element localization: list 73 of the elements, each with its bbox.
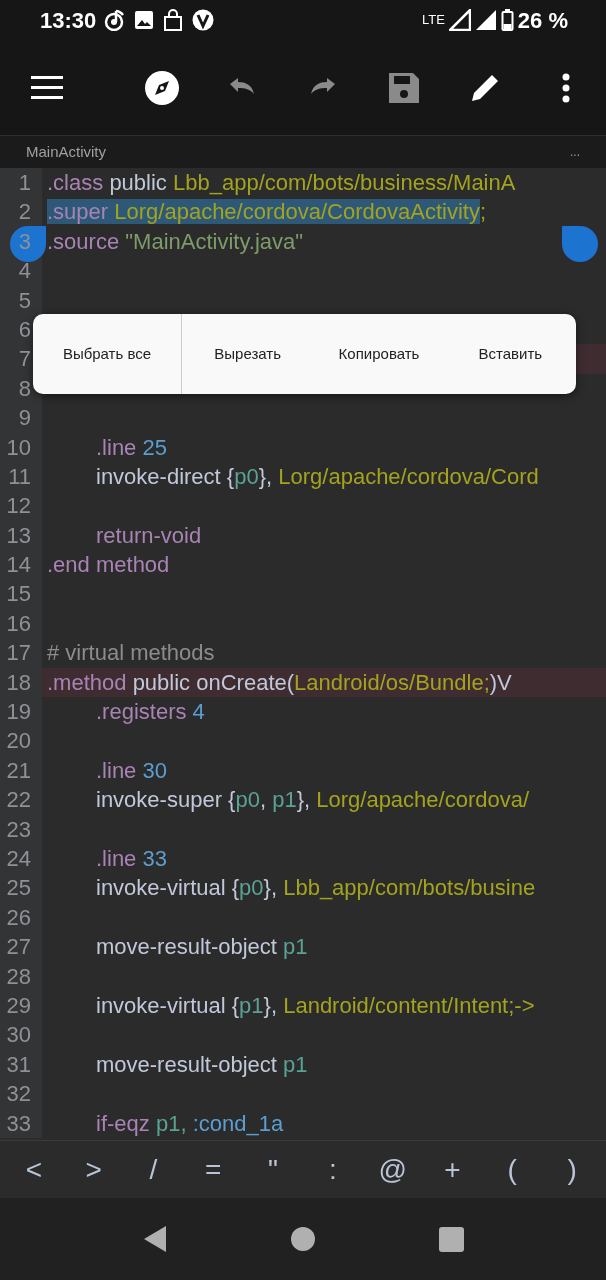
line-number: 5 [0,285,42,315]
code-line: .end method [47,551,170,580]
menu-item[interactable]: Вырезать [182,314,314,394]
line-number: 27 [0,932,42,962]
symbol-key[interactable]: " [243,1148,303,1191]
line-number: 2 [0,197,42,227]
line-number: 19 [0,697,42,727]
line-number: 31 [0,1049,42,1080]
code-line: invoke-virtual {p1}, Landroid/content/Intent;-> [95,991,535,1020]
line-number: 13 [0,520,42,551]
code-line: .line 25 [95,433,167,462]
music-note-icon [104,9,127,31]
code-line: move-result-object p1 [95,933,308,962]
symbol-key[interactable]: ( [482,1148,543,1191]
code-line: .line 30 [95,756,167,785]
code-line: if-eqz p1, :cond_1a [95,1109,284,1138]
line-number: 18 [0,667,42,698]
tab-overflow-button[interactable]: ... [570,143,580,161]
code-line: invoke-virtual {p0}, Lbb_app/com/bots/busine [95,874,536,903]
symbol-key[interactable]: < [4,1148,64,1191]
code-line: return-void [95,521,202,550]
symbol-key[interactable]: > [63,1148,124,1191]
code-line: .line 33 [95,845,167,873]
line-number: 30 [0,1020,42,1050]
line-number: 1 [0,168,42,198]
line-number: 10 [0,432,42,462]
menu-item[interactable]: Вставить [444,314,576,394]
line-number: 11 [0,461,42,492]
line-number: 26 [0,902,42,933]
v-logo-icon [192,9,215,31]
code-line: invoke-direct {p0}, Lorg/apache/cordova/Cord [95,462,539,491]
line-number: 21 [0,755,42,786]
line-number: 17 [0,638,42,668]
line-number: 9 [0,403,42,433]
line-number: 20 [0,726,42,756]
symbol-key[interactable]: / [123,1148,184,1191]
symbol-key[interactable]: @ [362,1148,423,1191]
code-line: .method public onCreate(Landroid/os/Bundle;)V [47,668,512,697]
line-number: 24 [0,844,42,874]
shopping-bag-icon [162,9,185,31]
symbol-key[interactable]: : [303,1148,363,1191]
code-line: move-result-object p1 [95,1050,308,1079]
line-number: 12 [0,491,42,521]
signal-icon [474,9,497,31]
code-line: invoke-super {p0, p1}, Lorg/apache/cordova/ [95,786,530,815]
line-number: 15 [0,579,42,609]
line-number: 16 [0,608,42,639]
network-type: LTE [421,11,445,30]
symbol-key[interactable]: = [183,1148,244,1191]
selection-handle[interactable] [562,226,598,262]
line-number: 28 [0,961,42,991]
line-number: 22 [0,785,42,815]
line-number: 23 [0,814,42,844]
file-tab[interactable]: MainActivity [26,140,107,164]
code-line: .class public Lbb_app/com/bots/business/MainA [47,169,516,197]
code-line: .source "MainActivity.java" [47,227,304,256]
menu-item[interactable]: Копировать [313,314,445,394]
clock-time: 13:30 [40,6,97,35]
code-line: .super Lorg/apache/cordova/CordovaActivity; [47,198,487,227]
line-number: 25 [0,873,42,903]
code-line: .registers 4 [95,698,205,727]
line-number: 33 [0,1108,42,1138]
line-number: 4 [0,256,42,286]
line-number: 32 [0,1079,42,1109]
line-number: 29 [0,990,42,1021]
battery-icon [500,9,514,31]
line-number: 14 [0,550,42,580]
image-icon [134,10,155,30]
symbol-key[interactable]: + [422,1148,483,1191]
battery-percent: 26 % [517,6,568,35]
code-line: # virtual methods [47,639,215,668]
signal-icon [448,9,471,31]
symbol-key[interactable]: ) [542,1148,602,1191]
